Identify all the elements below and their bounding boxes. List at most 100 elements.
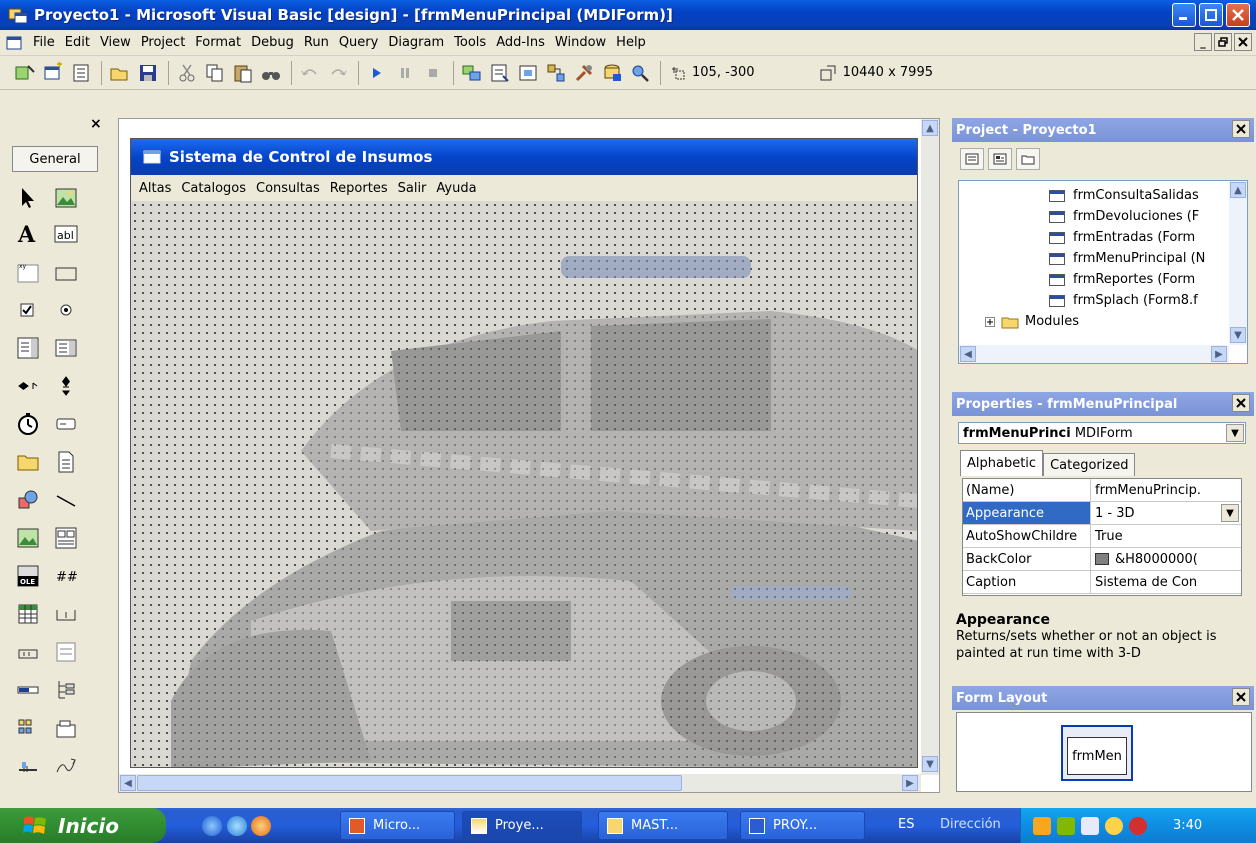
property-row-appearance[interactable]: Appearance 1 - 3D ▼ bbox=[963, 502, 1241, 525]
property-value-dropdown[interactable]: 1 - 3D ▼ bbox=[1091, 502, 1241, 524]
tree-item-frmSplach[interactable]: frmSplach (Form8.f bbox=[1049, 290, 1209, 311]
view-code-button[interactable] bbox=[960, 148, 984, 170]
start-button[interactable] bbox=[364, 60, 390, 86]
textbox-tool[interactable]: abl bbox=[52, 220, 80, 248]
toolbox-close-button[interactable]: × bbox=[90, 116, 102, 132]
tree-item-frmConsultaSalidas[interactable]: frmConsultaSalidas bbox=[1049, 185, 1209, 206]
scroll-down-arrow[interactable]: ▼ bbox=[922, 756, 938, 772]
tab-alphabetic[interactable]: Alphabetic bbox=[960, 450, 1044, 476]
menu-tools[interactable]: Tools bbox=[449, 35, 491, 50]
cut-button[interactable] bbox=[174, 60, 200, 86]
statusbar-tool[interactable] bbox=[52, 600, 80, 628]
checkbox-tool[interactable] bbox=[14, 296, 42, 324]
shape-tool[interactable] bbox=[14, 486, 42, 514]
listview-tool[interactable] bbox=[14, 714, 42, 742]
project-explorer-button[interactable] bbox=[459, 60, 485, 86]
form-menu-altas[interactable]: Altas bbox=[139, 181, 171, 196]
toggle-folders-button[interactable] bbox=[1016, 148, 1040, 170]
property-value[interactable]: frmMenuPrincip. bbox=[1091, 479, 1241, 501]
designer-horizontal-scrollbar[interactable]: ◀ ▶ bbox=[119, 774, 921, 792]
menu-project[interactable]: Project bbox=[136, 35, 190, 50]
tree-item-frmEntradas[interactable]: frmEntradas (Form bbox=[1049, 227, 1209, 248]
listbox-tool[interactable] bbox=[52, 334, 80, 362]
undo-button[interactable] bbox=[297, 60, 323, 86]
line-tool[interactable] bbox=[52, 486, 80, 514]
form-menu-catalogos[interactable]: Catalogos bbox=[181, 181, 246, 196]
image-tool[interactable] bbox=[14, 524, 42, 552]
menu-edit[interactable]: Edit bbox=[60, 35, 95, 50]
designer-vertical-scrollbar[interactable]: ▲ ▼ bbox=[921, 119, 939, 775]
timer-tool[interactable] bbox=[14, 410, 42, 438]
optionbutton-tool[interactable] bbox=[52, 296, 80, 324]
dropdown-arrow-icon[interactable]: ▼ bbox=[1221, 504, 1239, 522]
scroll-thumb[interactable] bbox=[137, 775, 682, 791]
restore-button[interactable] bbox=[1199, 3, 1223, 27]
tree-vertical-scrollbar[interactable]: ▲ ▼ bbox=[1229, 181, 1247, 345]
child-close-button[interactable] bbox=[1234, 33, 1252, 51]
tree-item-modules[interactable]: Modules bbox=[985, 311, 1185, 332]
ole-tool[interactable]: OLE bbox=[14, 562, 42, 590]
break-button[interactable] bbox=[392, 60, 418, 86]
component-manager-button[interactable] bbox=[627, 60, 653, 86]
find-button[interactable] bbox=[258, 60, 284, 86]
scroll-right-arrow[interactable]: ▶ bbox=[1211, 346, 1227, 362]
progressbar-tool[interactable] bbox=[14, 676, 42, 704]
toolbox-general-tab[interactable]: General bbox=[12, 146, 98, 172]
taskbar-button-proy[interactable]: PROY... bbox=[740, 811, 865, 840]
commandbutton-tool[interactable] bbox=[52, 258, 80, 286]
paste-button[interactable] bbox=[230, 60, 256, 86]
mini-form-preview[interactable]: frmMen bbox=[1067, 737, 1127, 775]
hscrollbar-tool[interactable] bbox=[14, 372, 42, 400]
property-row-backcolor[interactable]: BackColor &H8000000( bbox=[963, 548, 1241, 571]
form-menu-ayuda[interactable]: Ayuda bbox=[436, 181, 476, 196]
menu-diagram[interactable]: Diagram bbox=[383, 35, 449, 50]
scroll-up-arrow[interactable]: ▲ bbox=[922, 120, 938, 136]
expand-plus-icon[interactable] bbox=[985, 316, 995, 327]
property-row-name[interactable]: (Name) frmMenuPrincip. bbox=[963, 479, 1241, 502]
frame-tool[interactable]: xy bbox=[14, 258, 42, 286]
form-menu-salir[interactable]: Salir bbox=[398, 181, 427, 196]
language-indicator[interactable]: ES bbox=[898, 817, 914, 832]
object-browser-button[interactable] bbox=[543, 60, 569, 86]
scroll-down-arrow[interactable]: ▼ bbox=[1230, 327, 1246, 343]
dropdown-arrow-icon[interactable]: ▼ bbox=[1226, 424, 1244, 442]
address-toolbar-label[interactable]: Dirección bbox=[940, 817, 1001, 832]
form-menu-consultas[interactable]: Consultas bbox=[256, 181, 320, 196]
add-form-button[interactable] bbox=[40, 60, 66, 86]
treeview-tool[interactable] bbox=[52, 676, 80, 704]
data-tool[interactable] bbox=[52, 524, 80, 552]
menu-debug[interactable]: Debug bbox=[246, 35, 299, 50]
internet-explorer-icon[interactable] bbox=[202, 816, 222, 836]
pointer-tool[interactable] bbox=[14, 184, 42, 212]
maskedbox-tool[interactable]: ##| bbox=[52, 562, 80, 590]
msflexgrid-tool[interactable] bbox=[14, 600, 42, 628]
label-tool[interactable]: A bbox=[14, 220, 42, 248]
menu-window[interactable]: Window bbox=[550, 35, 611, 50]
animation-tool[interactable] bbox=[52, 752, 80, 780]
minimize-button[interactable] bbox=[1172, 3, 1196, 27]
child-restore-button[interactable] bbox=[1214, 33, 1232, 51]
menu-editor-button[interactable] bbox=[68, 60, 94, 86]
start-button[interactable]: Inicio bbox=[0, 808, 166, 843]
vscrollbar-tool[interactable] bbox=[52, 372, 80, 400]
tray-app-icon[interactable] bbox=[1057, 816, 1075, 835]
tray-network-icon[interactable] bbox=[1033, 816, 1051, 835]
properties-window-button[interactable] bbox=[487, 60, 513, 86]
combobox-tool[interactable] bbox=[14, 334, 42, 362]
project-pane-close-button[interactable] bbox=[1232, 120, 1250, 138]
tray-security-icon[interactable] bbox=[1129, 816, 1147, 835]
data-view-button[interactable] bbox=[599, 60, 625, 86]
mdi-form-icon[interactable] bbox=[6, 36, 22, 50]
dirlistbox-tool[interactable] bbox=[14, 448, 42, 476]
toolbox-button[interactable] bbox=[571, 60, 597, 86]
tray-monitor-icon[interactable] bbox=[1081, 816, 1099, 835]
clock[interactable]: 3:40 bbox=[1173, 818, 1202, 833]
tabstrip-tool[interactable] bbox=[52, 714, 80, 742]
scroll-right-arrow[interactable]: ▶ bbox=[902, 775, 918, 791]
imagecombo-tool[interactable] bbox=[52, 638, 80, 666]
drivelistbox-tool[interactable] bbox=[52, 410, 80, 438]
menu-view[interactable]: View bbox=[95, 35, 136, 50]
property-value[interactable]: Sistema de Con bbox=[1091, 571, 1241, 593]
toolbar-tool[interactable] bbox=[14, 638, 42, 666]
menu-format[interactable]: Format bbox=[190, 35, 246, 50]
